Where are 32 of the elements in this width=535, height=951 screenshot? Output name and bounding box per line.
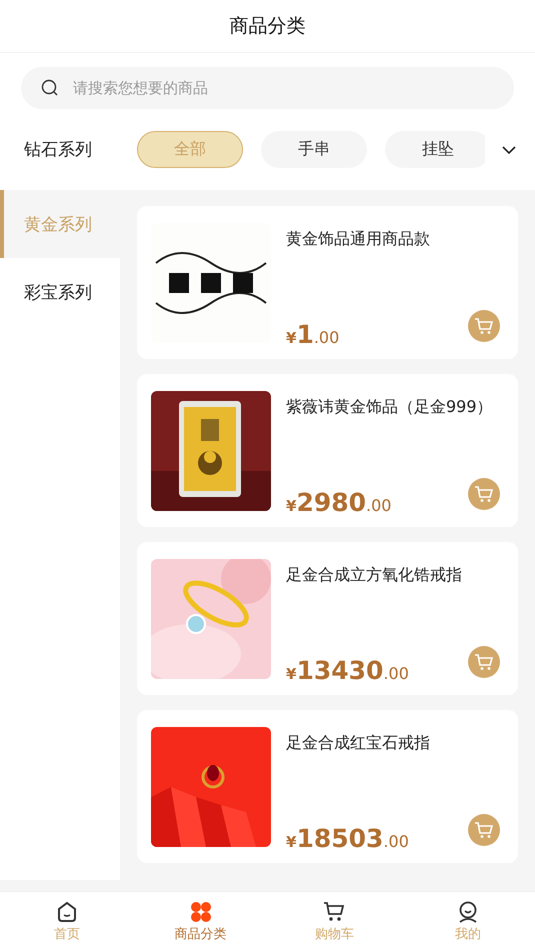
search-icon [41, 79, 59, 97]
add-to-cart-button[interactable] [468, 814, 500, 846]
product-name: 黄金饰品通用商品款 [286, 228, 431, 250]
add-to-cart-button[interactable] [468, 310, 500, 342]
series-label: 钻石系列 [24, 139, 93, 161]
cart-icon [323, 900, 346, 922]
home-icon [56, 900, 78, 922]
grid-icon [190, 900, 212, 922]
product-name: 足金合成立方氧化锆戒指 [286, 564, 463, 586]
product-name: 足金合成红宝石戒指 [286, 732, 431, 754]
cart-icon [474, 317, 494, 335]
add-to-cart-button[interactable] [468, 646, 500, 678]
product-card[interactable]: 黄金饰品通用商品款 ¥1.00 [137, 206, 518, 359]
page-title: 商品分类 [230, 14, 306, 39]
product-price: ¥18503.00 [286, 824, 409, 853]
search-field[interactable]: 请搜索您想要的商品 [21, 67, 514, 109]
product-price: ¥13430.00 [286, 656, 409, 685]
product-price: ¥2980.00 [286, 488, 392, 517]
cart-icon [474, 653, 494, 671]
product-card[interactable]: 足金合成立方氧化锆戒指 ¥13430.00 [137, 542, 518, 695]
cart-icon [474, 485, 494, 503]
product-name: 紫薇讳黄金饰品（足金999） [286, 396, 494, 418]
product-price: ¥1.00 [286, 320, 340, 349]
cart-icon [474, 821, 494, 839]
tab-bar-item[interactable]: 商品分类 [134, 892, 268, 951]
filter-chip[interactable]: 手串 [261, 131, 367, 168]
product-card[interactable]: 紫薇讳黄金饰品（足金999） ¥2980.00 [137, 374, 518, 527]
add-to-cart-button[interactable] [468, 478, 500, 510]
filter-chip[interactable]: 挂坠 [385, 131, 485, 168]
product-card[interactable]: 足金合成红宝石戒指 ¥18503.00 [137, 710, 518, 863]
chevron-down-icon[interactable] [501, 144, 517, 154]
user-icon [457, 900, 480, 922]
